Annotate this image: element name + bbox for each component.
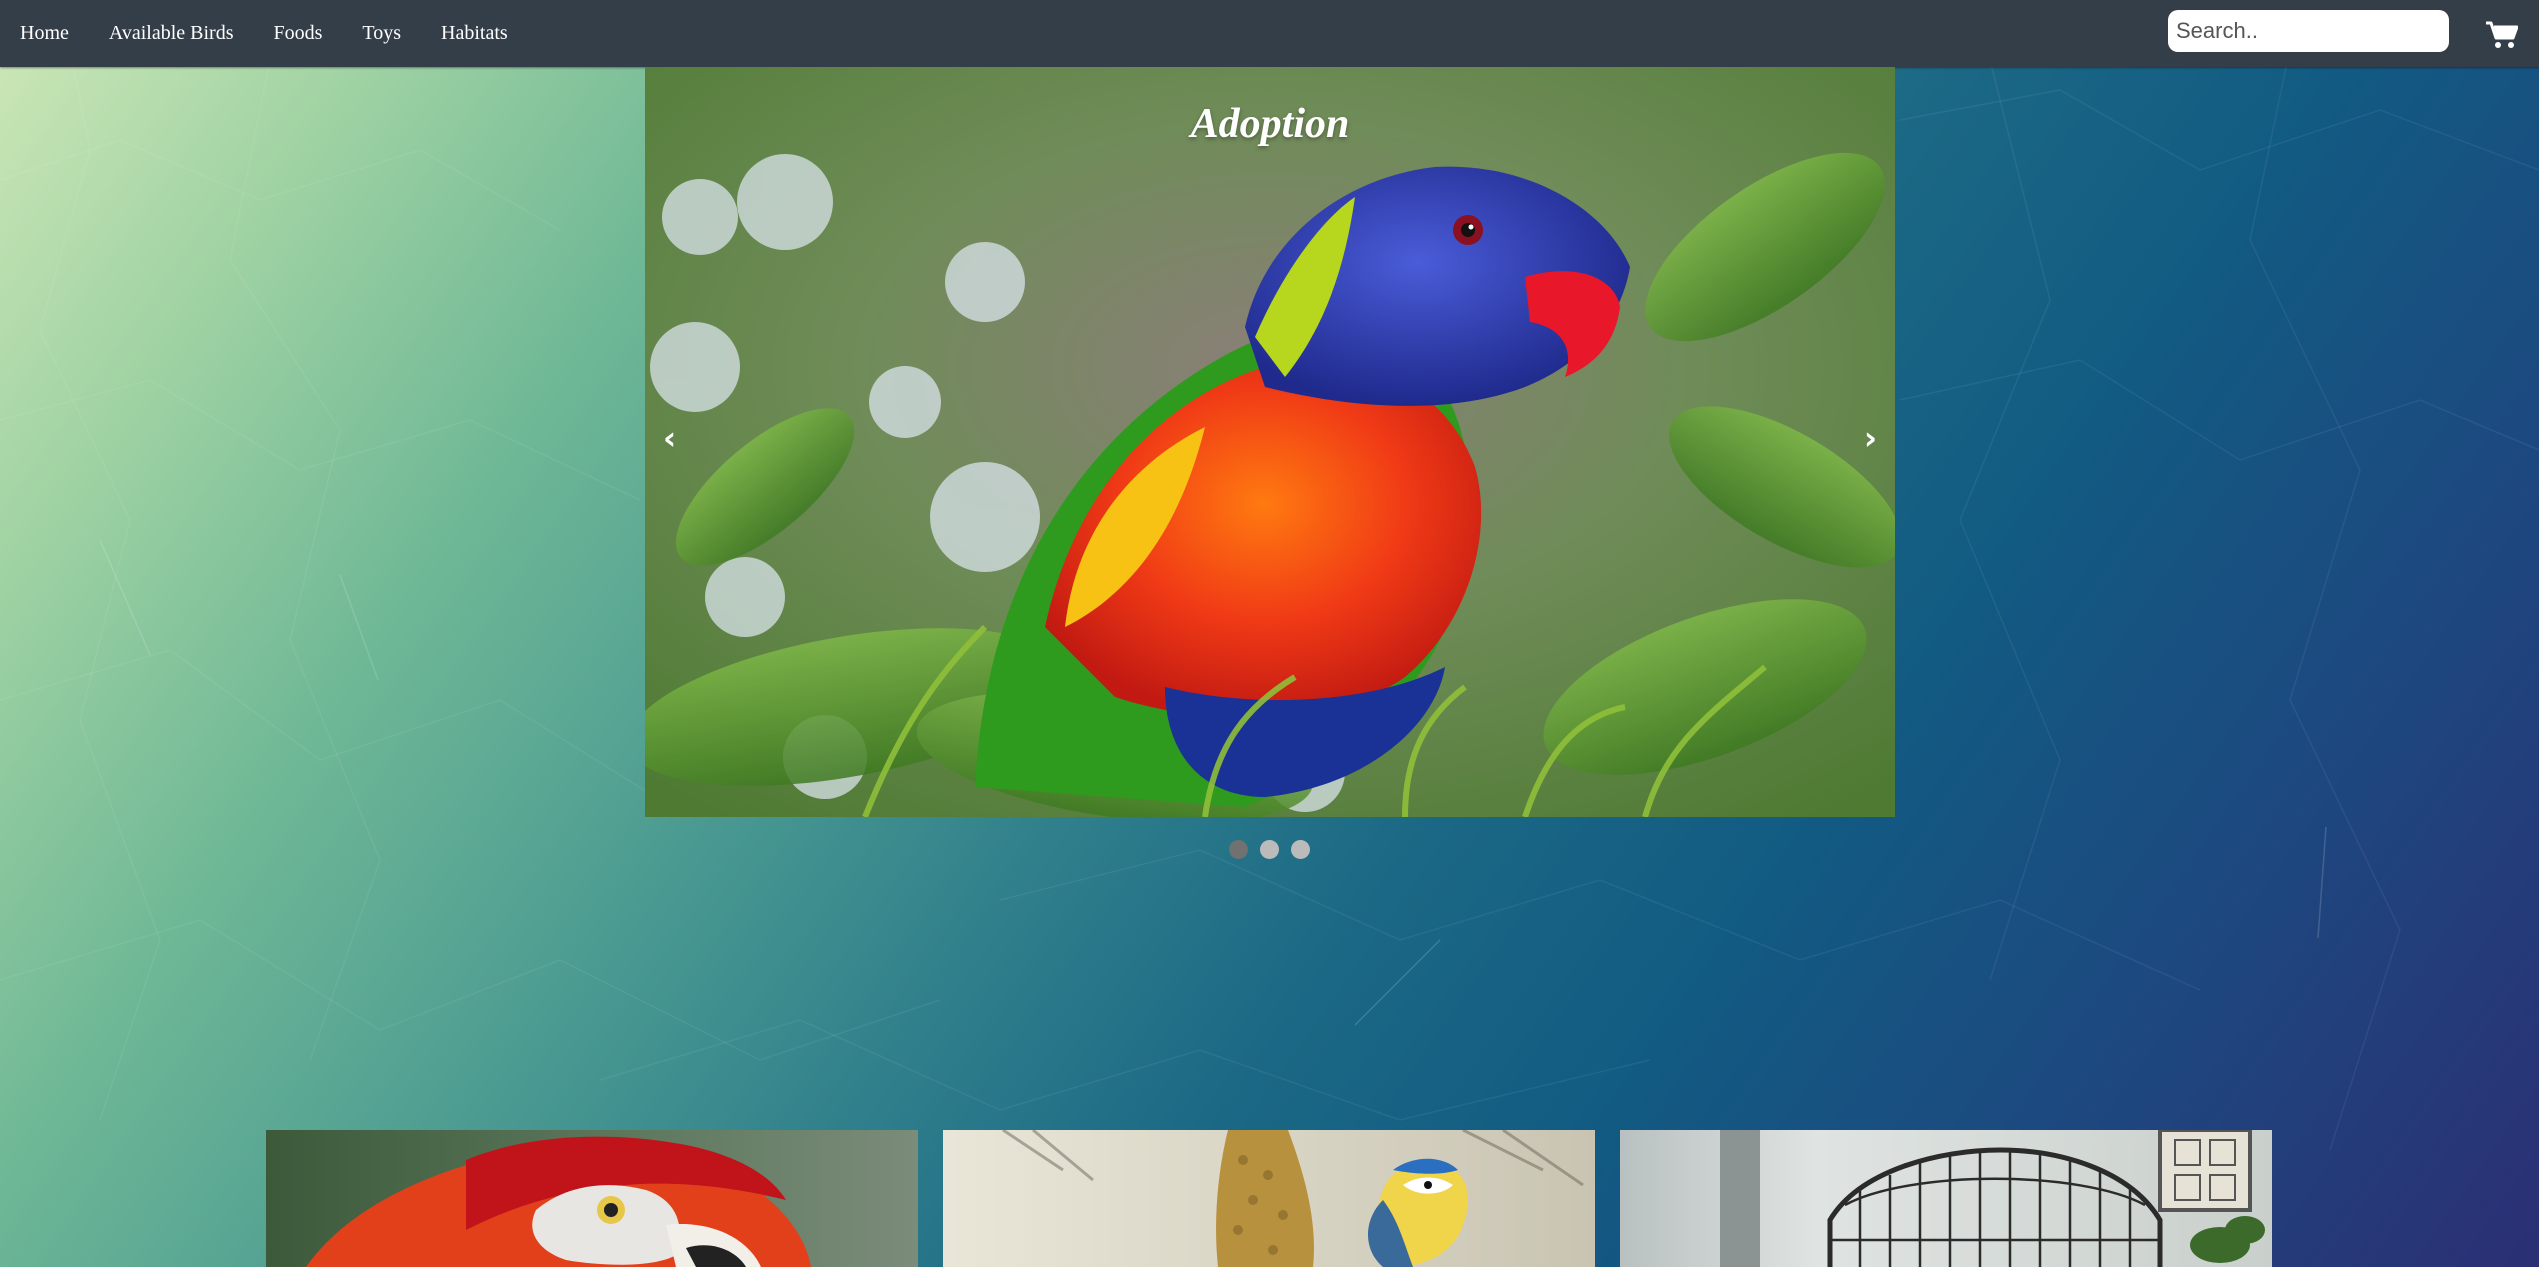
nav-link-foods[interactable]: Foods (254, 22, 343, 45)
rainbow-lorikeet-image (645, 67, 1895, 817)
slide-caption: Adoption (1190, 101, 1350, 147)
carousel-next-arrow[interactable]: › (1864, 422, 1877, 454)
top-navbar: Home Available Birds Foods Toys Habitats (0, 0, 2539, 67)
blue-tit-feeder-image (943, 1130, 1595, 1267)
nav-link-home[interactable]: Home (0, 22, 89, 45)
carousel-dot-2[interactable] (1260, 840, 1279, 859)
nav-links: Home Available Birds Foods Toys Habitats (0, 0, 528, 67)
bird-cage-image (1620, 1130, 2272, 1267)
carousel-dot-1[interactable] (1229, 840, 1248, 859)
carousel-prev-arrow[interactable]: ‹ (663, 422, 676, 454)
shopping-cart-icon[interactable] (2486, 21, 2518, 49)
nav-link-habitats[interactable]: Habitats (421, 22, 528, 45)
nav-link-available-birds[interactable]: Available Birds (89, 22, 254, 45)
category-card-foods[interactable] (943, 1130, 1595, 1267)
carousel-dot-3[interactable] (1291, 840, 1310, 859)
category-card-habitats[interactable] (1620, 1130, 2272, 1267)
carousel-dots (1229, 840, 1310, 859)
hero-carousel: Adoption ‹ › (645, 67, 1895, 817)
category-card-birds[interactable] (266, 1130, 918, 1267)
scarlet-macaw-image (266, 1130, 918, 1267)
nav-link-toys[interactable]: Toys (342, 22, 421, 45)
search-input[interactable] (2168, 10, 2449, 52)
